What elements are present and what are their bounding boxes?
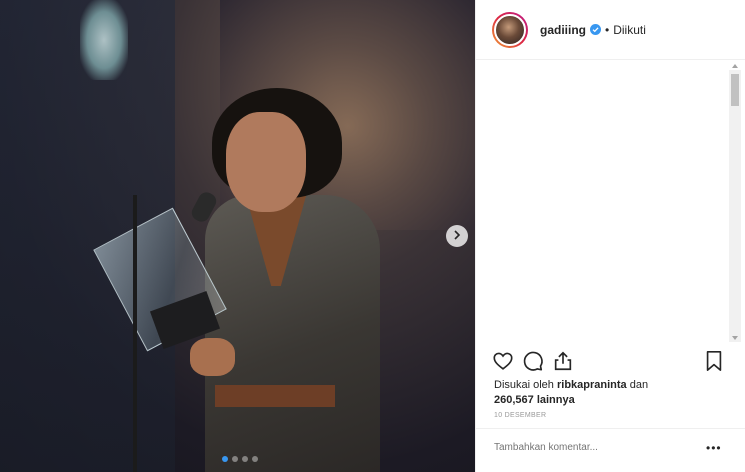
post-photo[interactable] bbox=[0, 0, 475, 472]
action-bar bbox=[492, 350, 732, 376]
bookmark-icon[interactable] bbox=[704, 350, 728, 374]
verified-badge-icon bbox=[590, 24, 601, 35]
likes-summary: Disukai oleh ribkapraninta dan 260,567 l… bbox=[494, 378, 724, 408]
carousel-next-button[interactable] bbox=[446, 225, 468, 247]
post-side-panel: gadiiing • Diikuti Disukai oleh ribkapra… bbox=[475, 0, 745, 472]
scroll-up-arrow-icon[interactable] bbox=[732, 64, 738, 68]
header-separator: • bbox=[605, 22, 610, 37]
photo-person-belt bbox=[215, 385, 335, 407]
avatar-image bbox=[494, 13, 526, 46]
comment-input[interactable] bbox=[494, 442, 694, 453]
comment-icon[interactable] bbox=[522, 350, 546, 374]
scroll-down-arrow-icon[interactable] bbox=[732, 336, 738, 340]
likes-suffix[interactable]: lainnya bbox=[537, 394, 575, 406]
avatar[interactable] bbox=[492, 11, 528, 48]
photo-mic-stand bbox=[133, 195, 137, 472]
post-date[interactable]: 10 DESEMBER bbox=[494, 412, 546, 419]
liked-by-and: dan bbox=[629, 379, 649, 391]
carousel-dot bbox=[242, 456, 248, 462]
scrollbar-thumb[interactable] bbox=[731, 74, 739, 106]
post-header: gadiiing • Diikuti bbox=[476, 0, 745, 60]
comments-list[interactable] bbox=[476, 61, 745, 344]
comments-scrollbar[interactable] bbox=[729, 70, 741, 342]
follow-status-button[interactable]: Diikuti bbox=[613, 23, 646, 37]
liked-by-prefix: Disukai oleh bbox=[494, 379, 554, 391]
carousel-dots bbox=[222, 456, 258, 462]
chevron-right-icon bbox=[452, 227, 462, 245]
carousel-dot-active bbox=[222, 456, 228, 462]
more-options-button[interactable]: ••• bbox=[706, 442, 726, 458]
carousel-dot bbox=[232, 456, 238, 462]
photo-stage-light bbox=[80, 0, 128, 80]
photo-person-hand bbox=[190, 338, 235, 376]
divider bbox=[476, 428, 745, 429]
likes-count-link[interactable]: 260,567 bbox=[494, 394, 534, 406]
heart-icon[interactable] bbox=[492, 350, 516, 374]
photo-person-face bbox=[226, 112, 306, 212]
liked-by-user-link[interactable]: ribkapraninta bbox=[557, 379, 627, 391]
username-link[interactable]: gadiiing bbox=[540, 23, 586, 37]
share-icon[interactable] bbox=[552, 350, 576, 374]
carousel-dot bbox=[252, 456, 258, 462]
